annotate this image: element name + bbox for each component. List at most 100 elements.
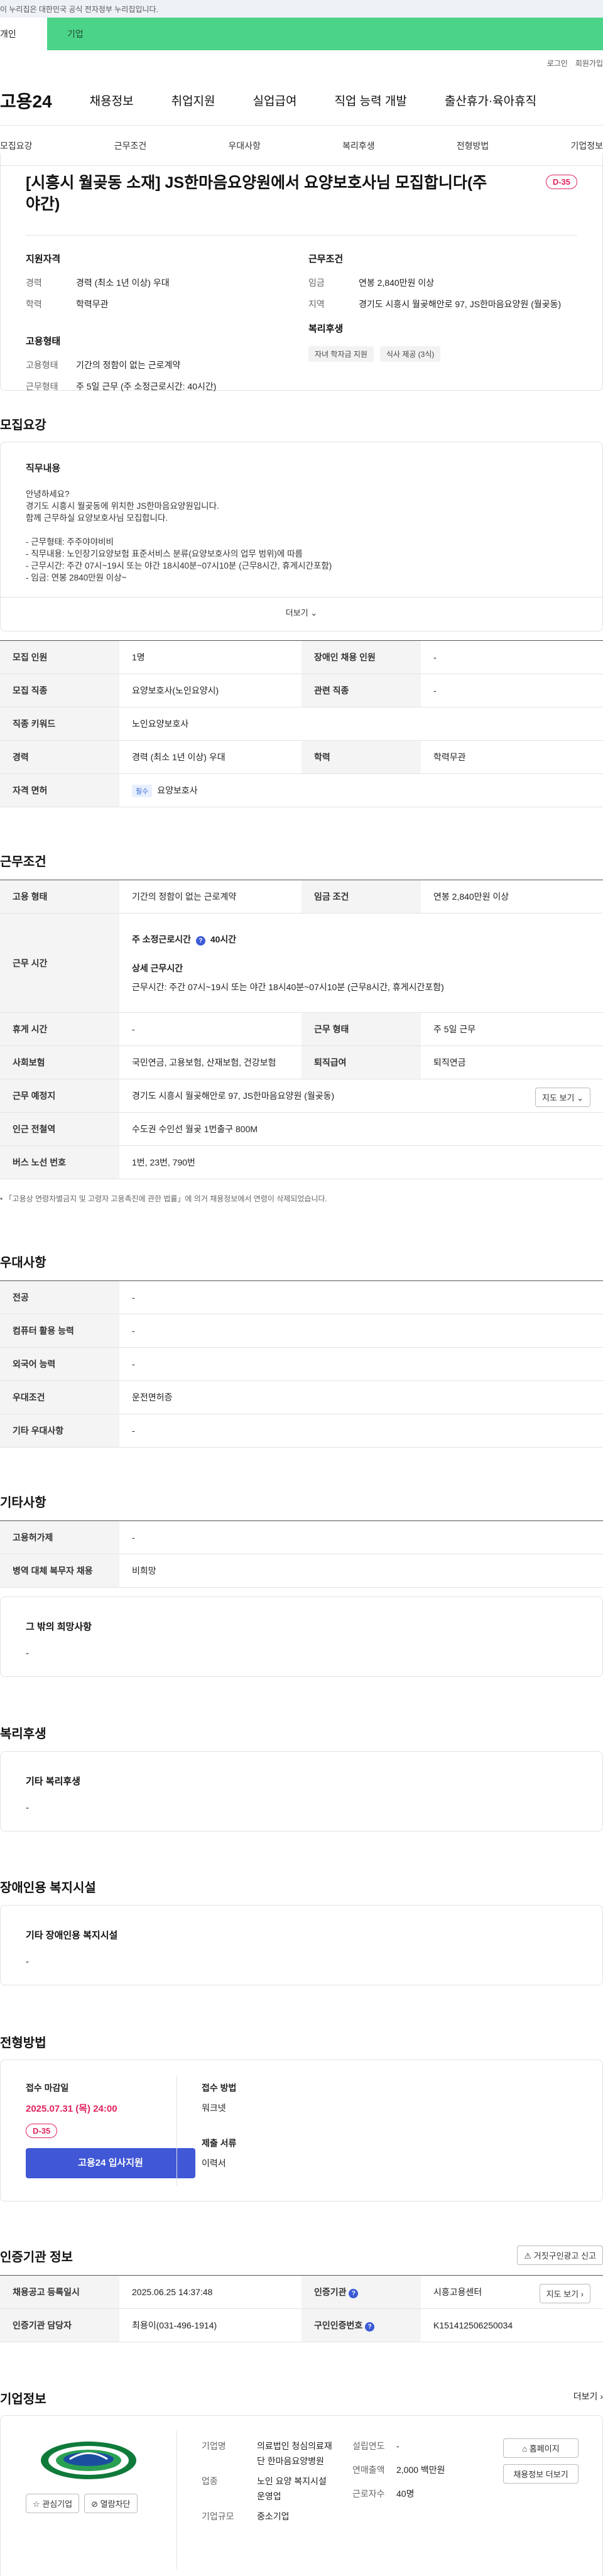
cond-region-value: 경기도 시흥시 월곶해안로 97, JS한마음요양원 (월곶동) <box>359 299 562 309</box>
table-row: 외국어 능력 - <box>0 1347 603 1381</box>
site-tabs: 개인 기업 <box>0 18 603 50</box>
map-button[interactable]: 지도 보기 ⌄ <box>535 1088 590 1107</box>
warning-icon: ⚠ <box>524 2251 532 2261</box>
break-key: 휴게 시간 <box>0 1012 119 1046</box>
duty-more-button[interactable]: 더보기 ⌄ <box>1 597 602 627</box>
employ-title: 고용형태 <box>26 336 61 347</box>
work-shape-value: 주 5일 근무 <box>421 1012 603 1046</box>
welfare-summary-title: 복리후생 <box>308 324 344 334</box>
company-more-link[interactable]: 더보기 › <box>573 2390 603 2403</box>
company-jobs-button[interactable]: 채용정보 더보기 <box>503 2464 579 2484</box>
prefer-key: 우대조건 <box>0 1380 119 1414</box>
work-shape-value: 주 5일 근무 (주 소정근로시간: 40시간) <box>76 381 217 391</box>
company-card: ☆ 관심기업 ⊘ 열람차단 기업명 의료법인 청심의료재단 한마음요양병원 업종 노… <box>0 2415 603 2576</box>
tab-recruit[interactable]: 모집요강 <box>0 139 33 152</box>
work-shape-key: 근무 형태 <box>302 1012 421 1046</box>
tab-company[interactable]: 기업 <box>47 18 603 50</box>
etc-value: - <box>119 1520 603 1554</box>
welfare-card-value: - <box>26 1803 29 1813</box>
job-summary-card: [시흥시 월곶동 소재] JS한마음요양원에서 요양보호사님 모집합니다(주야간… <box>0 153 603 391</box>
insurance-key: 사회보험 <box>0 1045 119 1079</box>
favorite-button[interactable]: ☆ 관심기업 <box>26 2494 80 2513</box>
help-icon[interactable]: ? <box>195 936 205 946</box>
workplace-key: 근무 예정지 <box>0 1079 119 1113</box>
employ-type-key: 고용 형태 <box>0 880 119 914</box>
menu-unemployment-benefit[interactable]: 실업급여 <box>253 92 297 109</box>
other-wish-title: 그 밖의 희망사항 <box>26 1622 92 1632</box>
wage-value: 연봉 2,840만원 이상 <box>421 880 603 914</box>
prefer-value: - <box>119 1347 603 1381</box>
table-row: 채용공고 등록일시 2025.06.25 14:37:48 인증기관 ? 시흥고… <box>0 2275 603 2309</box>
apply-button[interactable]: 고용24 입사지원 <box>26 2148 195 2178</box>
block-button[interactable]: ⊘ 열람차단 <box>84 2494 138 2513</box>
agency-map-button[interactable]: 지도 보기 › <box>539 2284 590 2303</box>
company-size-key: 기업규모 <box>202 2511 234 2521</box>
cond-wage-value: 연봉 2,840만원 이상 <box>359 278 435 288</box>
tab-prefer[interactable]: 우대사항 <box>228 139 261 152</box>
site-logo[interactable]: 고용24 <box>0 88 52 113</box>
table-row: 기타 우대사항 - <box>0 1414 603 1448</box>
table-row: 직종 키워드 노인요양보호사 <box>0 707 603 741</box>
tab-personal[interactable]: 개인 <box>0 18 47 50</box>
job-key: 모집 직종 <box>0 674 119 707</box>
job-value: 요양보호사(노인요양시) <box>119 674 302 707</box>
chevron-down-icon: ⌄ <box>310 608 318 618</box>
login-link[interactable]: 로그인 <box>547 58 568 75</box>
gov-notice: 이 누리집은 대한민국 공식 전자정부 누리집입니다. <box>0 0 603 18</box>
chevron-down-icon: ⌄ <box>577 1093 584 1103</box>
tab-process[interactable]: 전형방법 <box>457 139 489 152</box>
employ-type-key: 고용형태 <box>26 360 58 370</box>
station-value: 수도권 수인선 월곶 1번출구 800M <box>119 1112 603 1146</box>
star-icon: ☆ <box>33 2499 40 2509</box>
favorite-label: 관심기업 <box>42 2499 73 2509</box>
company-biz-key: 업종 <box>202 2476 218 2486</box>
disabled-card-title: 기타 장애인용 복지시설 <box>26 1930 118 1941</box>
menu-training[interactable]: 직업 능력 개발 <box>334 92 406 109</box>
duty-line: - 근무시간: 주간 07시~19시 또는 야간 18시40분~07시10분 (… <box>26 561 332 570</box>
menu-employment-support[interactable]: 취업지원 <box>171 92 215 109</box>
cond-region-key: 지역 <box>308 299 325 309</box>
method-label: 접수 방법 <box>202 2083 237 2093</box>
required-tag: 필수 <box>132 784 153 797</box>
company-links: ⌂ 홈페이지 채용정보 더보기 <box>503 2438 579 2484</box>
menu-parental-leave[interactable]: 출산휴가·육아휴직 <box>445 92 536 109</box>
report-button[interactable]: ⚠ 거짓구인광고 신고 <box>517 2246 603 2265</box>
help-icon[interactable]: ? <box>365 2322 375 2332</box>
disabled-count-key: 장애인 채용 인원 <box>302 640 421 674</box>
qual-career-key: 경력 <box>26 278 42 288</box>
company-sales-key: 연매출액 <box>352 2465 385 2475</box>
age-footnote-text: 「고용상 연령차별금지 및 고령자 고용촉진에 관한 법률」에 의거 채용정보에… <box>4 1194 327 1203</box>
cond-wage-key: 임금 <box>308 278 325 288</box>
table-row: 근무 시간 주 소정근로시간 ? 40시간 상세 근무시간 근무시간: 주간 0… <box>0 913 603 1013</box>
menu-jobs[interactable]: 채용정보 <box>90 92 134 109</box>
signup-link[interactable]: 회원가입 <box>575 58 603 75</box>
tab-company[interactable]: 기업정보 <box>570 139 603 152</box>
prefer-value: 운전면허증 <box>119 1380 603 1414</box>
employ-type-value: 기간의 정함이 없는 근로계약 <box>76 360 181 370</box>
qual-edu-value: 학력무관 <box>76 299 109 309</box>
map-label: 지도 보기 <box>542 1093 575 1103</box>
duty-text: 안녕하세요? 경기도 시흥시 월곶동에 위치한 JS한마음요양원입니다. 함께 … <box>26 488 577 584</box>
qual-edu-key: 학력 <box>26 299 42 309</box>
career-key: 경력 <box>0 740 119 774</box>
section-title-work: 근무조건 <box>0 855 46 869</box>
help-icon[interactable]: ? <box>349 2289 359 2298</box>
company-emp-key: 근로자수 <box>352 2489 385 2499</box>
method-value: 워크넷 <box>202 2103 226 2113</box>
tab-welfare[interactable]: 복리후생 <box>342 139 375 152</box>
disabled-card: 기타 장애인용 복지시설 - <box>0 1905 603 1985</box>
duty-line: - 직무내용: 노인장기요양보험 표준서비스 분류(요양보호사의 업무 범위)에… <box>26 549 303 559</box>
table-row: 모집 인원 1명 장애인 채용 인원 - <box>0 640 603 674</box>
work-shape-key: 근무형태 <box>26 381 58 391</box>
homepage-button[interactable]: ⌂ 홈페이지 <box>503 2438 579 2458</box>
report-label: 거짓구인광고 신고 <box>533 2251 596 2261</box>
section-title-prefer: 우대사항 <box>0 1256 46 1270</box>
tab-work[interactable]: 근무조건 <box>114 139 147 152</box>
etc-value: 비희망 <box>119 1554 603 1588</box>
process-card: 접수 마감일 2025.07.31 (목) 24:00 D-35 고용24 입사… <box>0 2060 603 2202</box>
company-year-value: - <box>396 2441 399 2451</box>
prefer-key: 기타 우대사항 <box>0 1414 119 1448</box>
deadline-value: 2025.07.31 (목) 24:00 <box>26 2104 117 2114</box>
duty-line: - 근무형태: 주주야야비비 <box>26 537 114 547</box>
welfare-chip: 자녀 학자금 지원 <box>308 346 374 362</box>
